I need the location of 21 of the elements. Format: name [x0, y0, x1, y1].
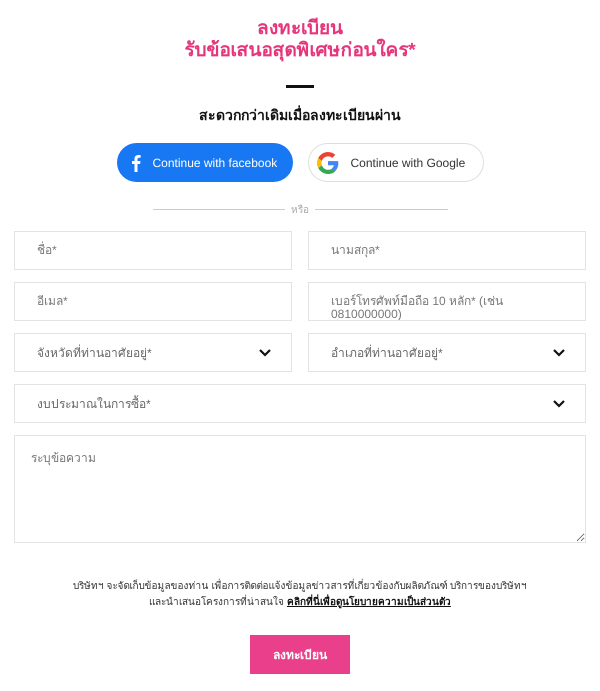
google-button[interactable]: Continue with Google [308, 143, 484, 182]
google-icon [316, 152, 338, 174]
facebook-icon [130, 154, 140, 172]
dropdown-field[interactable]: จังหวัดที่ท่านอาศัยอยู่* [14, 333, 292, 372]
chevron-down-icon [553, 348, 565, 356]
input-field[interactable]: อีเมล* [14, 282, 292, 321]
register-button[interactable]: ลงทะเบียน [250, 635, 350, 674]
form-subtitle: รับข้อเสนอสุดพิเศษก่อนใคร* [184, 40, 416, 62]
facebook-button[interactable]: Continue with facebook [116, 143, 292, 182]
message-field[interactable]: ระบุข้อความ [14, 435, 586, 543]
dropdown-field[interactable]: งบประมาณในการซื้อ* [14, 384, 586, 423]
dropdown-field[interactable]: อำเภอที่ท่านอาศัยอยู่* [308, 333, 586, 372]
chevron-down-icon [553, 400, 565, 408]
form-title: ลงทะเบียน [257, 18, 343, 39]
divider-label: หรือ [291, 204, 309, 217]
input-field[interactable]: ชื่อ* [14, 231, 292, 270]
privacy-link[interactable]: คลิกที่นี่เพื่อดูนโยบายความเป็นส่วนตัว [286, 597, 451, 608]
chevron-down-icon [259, 348, 271, 356]
social-prompt: สะดวกกว่าเดิมเมื่อลงทะเบียนผ่าน [199, 104, 401, 125]
privacy-notice: บริษัทฯ จะจัดเก็บข้อมูลของท่าน เพื่อการติดต่อแจ้งข้อมูลข่าวสารที่เกี่ยวข้องกับผลิตภัณฑ์ บริการของบริษัทฯ และนำเสนอโครงการที่น่าสนใจ คลิกที่นี่เพื่อดูนโยบายความเป็นส่วนตัว [65, 579, 535, 611]
input-field[interactable]: นามสกุล* [308, 231, 586, 270]
